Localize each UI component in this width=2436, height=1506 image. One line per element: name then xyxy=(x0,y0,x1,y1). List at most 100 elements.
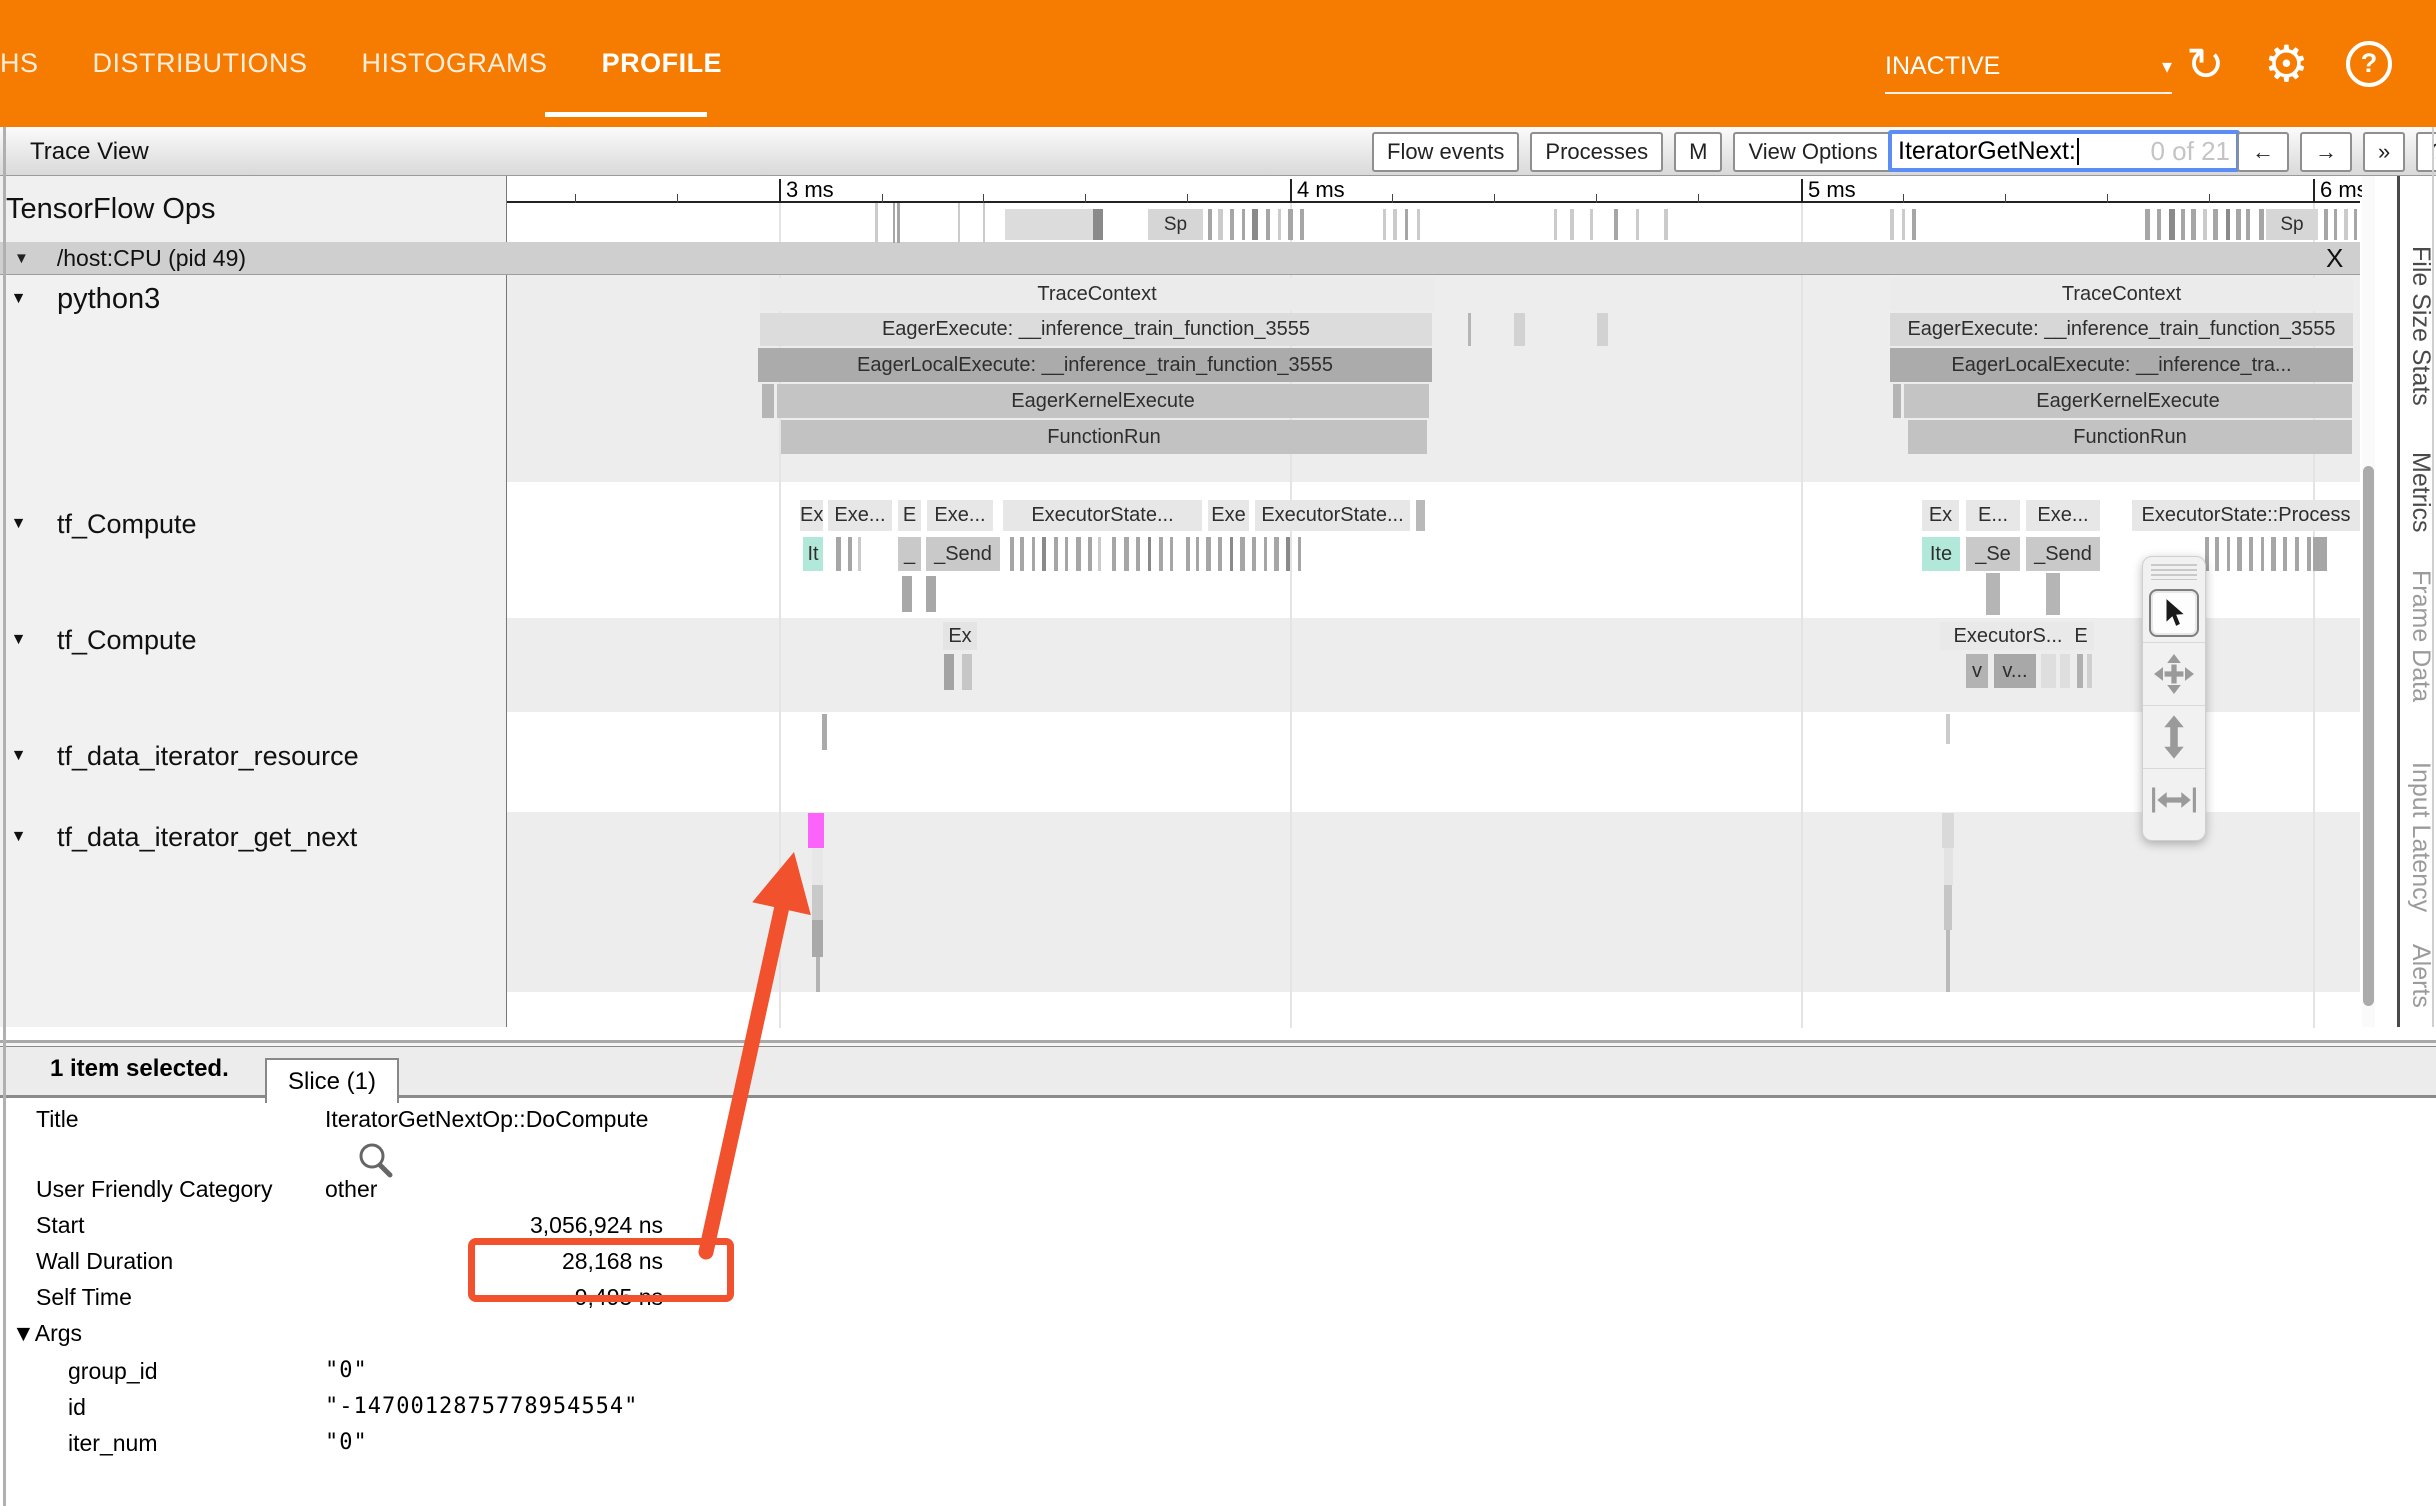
sidebar-section-tf_Compute[interactable]: ▼tf_Compute xyxy=(0,620,197,660)
trace-slice[interactable] xyxy=(822,714,827,750)
trace-stripe[interactable] xyxy=(2246,209,2250,240)
trace-stripe[interactable] xyxy=(848,537,852,571)
trace-stripe[interactable] xyxy=(2295,537,2299,571)
trace-stripe[interactable] xyxy=(1890,209,1894,240)
trace-stripe[interactable] xyxy=(2169,209,2175,240)
trace-slice[interactable] xyxy=(2077,654,2083,688)
trace-stripe[interactable] xyxy=(2259,209,2264,240)
trace-stripe[interactable] xyxy=(1393,209,1397,240)
trace-stripe[interactable] xyxy=(2313,537,2327,571)
gear-icon[interactable]: ⚙ xyxy=(2264,0,2309,127)
trace-stripe[interactable] xyxy=(2237,537,2242,571)
trace-stripe[interactable] xyxy=(2203,209,2207,240)
trace-slice[interactable] xyxy=(812,885,823,920)
trace-slice[interactable]: E xyxy=(898,500,921,531)
trace-slice[interactable]: Exe... xyxy=(2026,500,2100,531)
trace-stripe[interactable] xyxy=(1093,209,1103,240)
trace-slice[interactable]: _Send xyxy=(926,537,1000,571)
trace-slice[interactable] xyxy=(926,576,936,612)
trace-stripe[interactable] xyxy=(1570,209,1574,240)
trace-slice[interactable] xyxy=(812,920,823,957)
scrollbar-thumb[interactable] xyxy=(2363,466,2374,1006)
trace-stripe[interactable] xyxy=(2261,537,2264,571)
trace-stripe[interactable] xyxy=(1230,537,1233,571)
trace-slice[interactable]: Ite xyxy=(1922,537,1960,571)
trace-stripe[interactable] xyxy=(2236,209,2241,240)
trace-stripe[interactable] xyxy=(1240,537,1245,571)
trace-stripe[interactable] xyxy=(2271,537,2276,571)
trace-stripe[interactable] xyxy=(2344,209,2348,240)
trace-slice[interactable]: Ex xyxy=(800,500,823,531)
trace-slice[interactable]: E... xyxy=(1966,500,2020,531)
trace-slice[interactable]: EagerKernelExecute xyxy=(777,384,1429,418)
sidebar-tab-input-latency[interactable]: Input Latency xyxy=(2406,762,2435,912)
toolbar-button-m[interactable]: M xyxy=(1674,132,1722,172)
trace-slice[interactable] xyxy=(1514,313,1525,346)
trace-stripe[interactable] xyxy=(1218,209,1223,240)
trace-slice[interactable]: TraceContext xyxy=(760,278,1434,311)
trace-stripe[interactable] xyxy=(2145,209,2150,240)
trace-slice[interactable] xyxy=(1893,384,1901,418)
vertical-scrollbar[interactable] xyxy=(2362,176,2375,1027)
trace-stripe[interactable] xyxy=(983,203,985,243)
trace-slice[interactable]: FunctionRun xyxy=(1908,420,2352,454)
palette-drag-handle[interactable] xyxy=(2151,564,2197,580)
tab-slice[interactable]: Slice (1) xyxy=(265,1058,399,1103)
refresh-icon[interactable]: ↻ xyxy=(2186,0,2225,127)
trace-slice[interactable] xyxy=(2087,654,2092,688)
trace-stripe[interactable] xyxy=(2213,209,2218,240)
sidebar-section-tf_Compute[interactable]: ▼tf_Compute xyxy=(0,504,197,544)
trace-stripe[interactable] xyxy=(2249,537,2253,571)
trace-slice[interactable]: ExecutorState... xyxy=(1255,500,1410,531)
trace-stripe[interactable] xyxy=(1252,209,1258,240)
trace-stripe[interactable] xyxy=(2157,209,2161,240)
trace-slice[interactable]: _ xyxy=(898,537,921,571)
trace-slice[interactable] xyxy=(1946,714,1950,744)
trace-slice[interactable]: TraceContext xyxy=(1890,278,2353,311)
trace-stripe[interactable] xyxy=(2191,209,2196,240)
trace-stripe[interactable] xyxy=(1148,537,1151,571)
trace-stripe[interactable] xyxy=(1902,209,1905,240)
trace-stripe[interactable] xyxy=(1206,537,1211,571)
trace-stripe[interactable] xyxy=(1186,537,1190,571)
trace-slice[interactable] xyxy=(2046,573,2060,615)
trace-stripe[interactable] xyxy=(1112,537,1116,571)
trace-stripe[interactable] xyxy=(1136,537,1140,571)
trace-slice[interactable]: EagerExecute: __inference_train_function… xyxy=(1890,313,2353,346)
trace-slice[interactable]: Exe... xyxy=(927,500,993,531)
trace-stripe[interactable] xyxy=(1042,537,1046,571)
trace-stripe[interactable] xyxy=(1664,209,1668,240)
trace-slice[interactable] xyxy=(2060,654,2070,688)
trace-slice[interactable] xyxy=(1944,848,1953,885)
sidebar-tab-alerts[interactable]: Alerts xyxy=(2406,944,2435,1008)
trace-slice[interactable] xyxy=(1005,209,1093,240)
trace-stripe[interactable] xyxy=(2354,209,2357,240)
trace-stripe[interactable] xyxy=(2307,537,2311,571)
help-icon[interactable]: ? xyxy=(2346,0,2392,127)
sidebar-section-python3[interactable]: ▼python3 xyxy=(0,279,160,319)
trace-stripe[interactable] xyxy=(1170,537,1173,571)
trace-stripe[interactable] xyxy=(1300,209,1304,240)
trace-stripe[interactable] xyxy=(1076,537,1081,571)
tab-histograms[interactable]: HISTOGRAMS xyxy=(362,48,548,79)
trace-stripe[interactable] xyxy=(1912,209,1916,240)
trace-stripe[interactable] xyxy=(1278,209,1281,240)
trace-stripe[interactable] xyxy=(1088,537,1092,571)
sidebar-section-tf_data_iterator_resource[interactable]: ▼tf_data_iterator_resource xyxy=(0,736,359,776)
trace-slice[interactable]: _Se xyxy=(1966,537,2020,571)
trace-stripe[interactable] xyxy=(1196,537,1199,571)
search-input[interactable]: IteratorGetNext: 0 of 21 xyxy=(1888,130,2240,172)
trace-stripe[interactable] xyxy=(2215,537,2219,571)
trace-slice[interactable] xyxy=(1986,573,2000,615)
trace-slice[interactable] xyxy=(962,654,972,690)
trace-slice[interactable] xyxy=(1944,885,1952,930)
trace-slice[interactable]: ExecutorS... xyxy=(1940,622,2076,650)
trace-stripe[interactable] xyxy=(858,537,861,571)
toolbar-button-flow-events[interactable]: Flow events xyxy=(1372,132,1519,172)
trace-stripe[interactable] xyxy=(2324,209,2328,240)
trace-stripe[interactable] xyxy=(1208,209,1212,240)
trace-slice[interactable]: v... xyxy=(1994,654,2036,688)
trace-stripe[interactable] xyxy=(875,203,878,243)
trace-stripe[interactable] xyxy=(1288,209,1293,240)
trace-stripe[interactable] xyxy=(1230,209,1234,240)
